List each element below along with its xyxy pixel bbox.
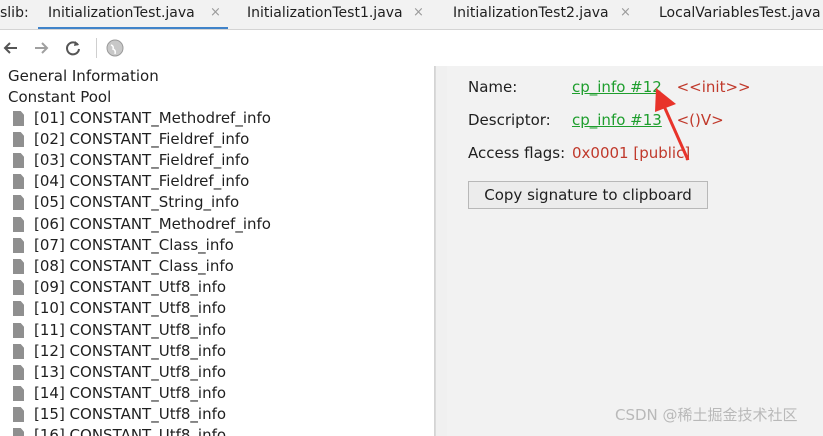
tab-label: InitializationTest.java (48, 5, 195, 21)
file-icon (13, 428, 24, 436)
list-item-label: [07] CONSTANT_Class_info (34, 236, 234, 254)
arrow-left-icon (3, 42, 17, 54)
tree-node-constant-pool[interactable]: Constant Pool (8, 87, 111, 108)
list-item-label: [01] CONSTANT_Methodref_info (34, 109, 271, 127)
arrow-right-icon (35, 42, 49, 54)
descriptor-cp-info-link[interactable]: cp_info #13 (572, 111, 662, 129)
tree-node-label: General Information (8, 67, 159, 85)
file-icon (13, 344, 24, 359)
editor-tab-bar: slib: InitializationTest.java × Initiali… (0, 0, 823, 30)
tab-prefix: slib: (0, 5, 29, 21)
list-item-label: [04] CONSTANT_Fieldref_info (34, 172, 250, 190)
tab-local-variables-test[interactable]: LocalVariablesTest.java (650, 0, 823, 29)
list-item-label: [10] CONSTANT_Utf8_info (34, 299, 227, 317)
list-item-label: [16] CONSTANT_Utf8_info (34, 426, 227, 436)
list-item-label: [05] CONSTANT_String_info (34, 193, 240, 211)
pane-splitter[interactable] (435, 66, 447, 436)
tab-label: LocalVariablesTest.java (659, 5, 821, 21)
tab-label: InitializationTest2.java (453, 5, 609, 21)
tab-initialization-test2[interactable]: InitializationTest2.java × (445, 0, 645, 29)
file-icon (13, 301, 24, 316)
tab-label: InitializationTest1.java (247, 5, 403, 21)
close-icon[interactable]: × (413, 5, 424, 20)
file-icon (13, 111, 24, 126)
list-item-label: [09] CONSTANT_Utf8_info (34, 278, 227, 296)
list-item-label: [12] CONSTANT_Utf8_info (34, 342, 227, 360)
copy-signature-button[interactable]: Copy signature to clipboard (468, 181, 708, 209)
close-icon[interactable]: × (210, 5, 221, 20)
globe-icon (106, 39, 124, 57)
refresh-button[interactable] (62, 37, 84, 59)
refresh-icon (66, 41, 80, 56)
list-item-label: [11] CONSTANT_Utf8_info (34, 321, 227, 339)
forward-button[interactable] (30, 37, 52, 59)
name-value: cp_info #12 <<init>> (572, 78, 751, 96)
toolbar-divider (96, 38, 97, 58)
close-icon[interactable]: × (620, 5, 631, 20)
descriptor-value: cp_info #13 <()V> (572, 111, 724, 129)
file-icon (13, 174, 24, 189)
tab-initialization-test[interactable]: InitializationTest.java × (38, 0, 228, 29)
file-icon (13, 217, 24, 232)
back-button[interactable] (0, 37, 22, 59)
toolbar (0, 30, 823, 66)
file-icon (13, 365, 24, 380)
list-item-label: [08] CONSTANT_Class_info (34, 257, 234, 275)
file-icon (13, 407, 24, 422)
file-icon (13, 386, 24, 401)
name-cp-info-link[interactable]: cp_info #12 (572, 78, 662, 96)
detail-pane: Name: cp_info #12 <<init>> Descriptor: c… (447, 66, 823, 436)
tab-initialization-test1[interactable]: InitializationTest1.java × (238, 0, 438, 29)
file-icon (13, 280, 24, 295)
file-icon (13, 153, 24, 168)
list-item-label: [15] CONSTANT_Utf8_info (34, 405, 227, 423)
descriptor-label: Descriptor: (468, 111, 551, 129)
name-text: <<init>> (676, 78, 751, 96)
list-item-label: [02] CONSTANT_Fieldref_info (34, 130, 250, 148)
access-flags-label: Access flags: (468, 144, 566, 162)
list-item-label: [06] CONSTANT_Methodref_info (34, 215, 271, 233)
tree-node-general-information[interactable]: General Information (8, 66, 159, 87)
tree-node-label: Constant Pool (8, 88, 112, 106)
watermark: CSDN @稀土掘金技术社区 (615, 406, 798, 424)
access-flags-value: 0x0001 [public] (572, 144, 691, 162)
file-icon (13, 238, 24, 253)
list-item-label: [03] CONSTANT_Fieldref_info (34, 151, 250, 169)
web-button[interactable] (104, 37, 126, 59)
file-icon (13, 195, 24, 210)
list-item-label: [14] CONSTANT_Utf8_info (34, 384, 227, 402)
file-icon (13, 132, 24, 147)
file-icon (13, 323, 24, 338)
class-structure-tree: General Information Constant Pool [01] C… (0, 66, 435, 436)
descriptor-text: <()V> (676, 111, 724, 129)
name-label: Name: (468, 78, 518, 96)
file-icon (13, 259, 24, 274)
list-item-label: [13] CONSTANT_Utf8_info (34, 363, 227, 381)
